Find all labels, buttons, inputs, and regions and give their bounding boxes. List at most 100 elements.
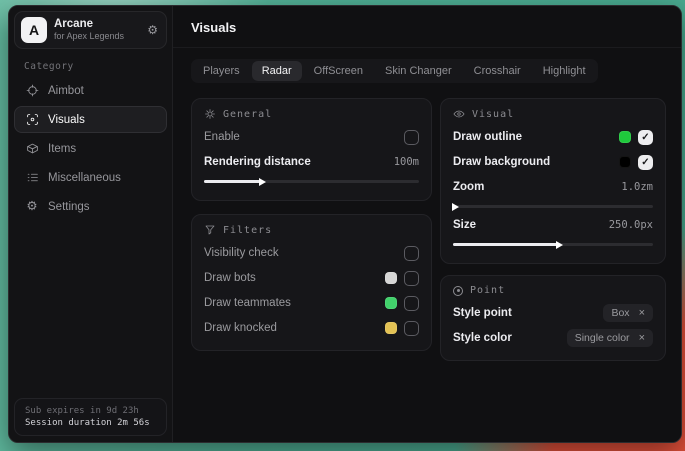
panel-title: General <box>223 109 272 120</box>
sidebar-nav: Aimbot Visuals Items Miscellaneous <box>9 77 172 220</box>
style-color-value: Single color <box>575 332 630 344</box>
size-value: 250.0px <box>609 219 653 231</box>
style-color-label: Style color <box>453 332 512 344</box>
crosshair-icon <box>25 84 39 98</box>
app-name: Arcane <box>54 18 124 31</box>
sidebar-item-label: Aimbot <box>48 85 84 97</box>
draw-background-checkbox[interactable]: ✓ <box>638 155 653 170</box>
draw-knocked-color-swatch[interactable] <box>385 322 397 334</box>
visual-panel-header: Visual <box>453 108 653 120</box>
app-window: A Arcane for Apex Legends ⚙ Category Aim… <box>8 5 682 443</box>
session-duration-text: Session duration 2m 56s <box>25 418 156 428</box>
sidebar-item-label: Items <box>48 143 76 155</box>
draw-knocked-checkbox[interactable] <box>404 321 419 336</box>
rendering-distance-row: Rendering distance 100m <box>204 151 419 173</box>
cog-icon <box>204 108 216 120</box>
point-panel-header: Point <box>453 285 653 296</box>
tab-radar[interactable]: Radar <box>252 61 302 81</box>
visibility-check-label: Visibility check <box>204 247 279 259</box>
general-panel-header: General <box>204 108 419 120</box>
slider-fill <box>204 180 260 183</box>
sidebar-item-settings[interactable]: ⚙ Settings <box>14 193 167 220</box>
panel-title: Filters <box>223 225 272 236</box>
size-label: Size <box>453 219 476 231</box>
draw-knocked-label: Draw knocked <box>204 322 277 334</box>
main-header: Visuals <box>173 6 681 48</box>
sidebar-item-label: Settings <box>48 201 90 213</box>
slider-thumb[interactable] <box>556 241 563 249</box>
gear-icon: ⚙ <box>25 200 39 214</box>
visual-panel: Visual Draw outline ✓ Draw background <box>440 98 666 264</box>
style-color-row: Style color Single color × <box>453 327 653 349</box>
sidebar-item-items[interactable]: Items <box>14 135 167 162</box>
slider-thumb[interactable] <box>259 178 266 186</box>
slider-fill <box>453 243 557 246</box>
visibility-check-row: Visibility check <box>204 242 419 264</box>
draw-bots-checkbox[interactable] <box>404 271 419 286</box>
panel-title: Visual <box>472 109 514 120</box>
visibility-check-checkbox[interactable] <box>404 246 419 261</box>
draw-teammates-checkbox[interactable] <box>404 296 419 311</box>
tab-crosshair[interactable]: Crosshair <box>464 61 531 81</box>
close-icon[interactable]: × <box>639 333 645 344</box>
style-point-chip[interactable]: Box × <box>603 304 653 322</box>
style-point-value: Box <box>611 307 629 319</box>
subscription-footer-card: Sub expires in 9d 23h Session duration 2… <box>14 398 167 436</box>
sidebar-item-aimbot[interactable]: Aimbot <box>14 77 167 104</box>
sidebar-item-miscellaneous[interactable]: Miscellaneous <box>14 164 167 191</box>
draw-outline-color-swatch[interactable] <box>619 131 631 143</box>
point-panel: Point Style point Box × Style color <box>440 275 666 361</box>
sidebar-item-label: Visuals <box>48 114 85 126</box>
page-title: Visuals <box>191 20 236 35</box>
tab-bar: Players Radar OffScreen Skin Changer Cro… <box>191 59 598 83</box>
rendering-distance-label: Rendering distance <box>204 156 311 168</box>
app-subtitle: for Apex Legends <box>54 31 124 41</box>
draw-bots-color-swatch[interactable] <box>385 272 397 284</box>
funnel-icon <box>204 224 216 236</box>
size-slider[interactable] <box>453 243 653 246</box>
draw-teammates-color-swatch[interactable] <box>385 297 397 309</box>
rendering-distance-slider[interactable] <box>204 180 419 183</box>
eye-scan-icon <box>25 113 39 127</box>
tab-players[interactable]: Players <box>193 61 250 81</box>
draw-outline-label: Draw outline <box>453 131 522 143</box>
draw-teammates-label: Draw teammates <box>204 297 291 309</box>
sidebar-item-label: Miscellaneous <box>48 172 121 184</box>
tab-skin-changer[interactable]: Skin Changer <box>375 61 462 81</box>
tab-highlight[interactable]: Highlight <box>533 61 596 81</box>
list-icon <box>25 171 39 185</box>
slider-thumb[interactable] <box>452 203 459 211</box>
point-icon <box>453 286 463 296</box>
content-area: General Enable Rendering distance 100m <box>173 83 681 361</box>
close-icon[interactable]: × <box>639 308 645 319</box>
enable-label: Enable <box>204 131 240 143</box>
header-gear-icon[interactable]: ⚙ <box>147 23 158 37</box>
tab-offscreen[interactable]: OffScreen <box>304 61 373 81</box>
enable-checkbox[interactable] <box>404 130 419 145</box>
draw-teammates-row: Draw teammates <box>204 292 419 314</box>
sidebar: A Arcane for Apex Legends ⚙ Category Aim… <box>9 6 173 442</box>
filters-panel: Filters Visibility check Draw bots <box>191 214 432 351</box>
right-column: Visual Draw outline ✓ Draw background <box>440 98 666 361</box>
panel-title: Point <box>470 285 505 296</box>
zoom-value: 1.0zm <box>621 181 653 193</box>
category-label: Category <box>24 61 172 72</box>
style-color-chip[interactable]: Single color × <box>567 329 653 347</box>
zoom-label: Zoom <box>453 181 484 193</box>
zoom-slider[interactable] <box>453 205 653 208</box>
draw-background-color-swatch[interactable] <box>619 156 631 168</box>
draw-background-label: Draw background <box>453 156 550 168</box>
sidebar-header-card: A Arcane for Apex Legends ⚙ <box>14 11 167 49</box>
main-panel: Visuals Players Radar OffScreen Skin Cha… <box>173 6 681 442</box>
enable-row: Enable <box>204 126 419 148</box>
style-point-label: Style point <box>453 307 512 319</box>
app-titles: Arcane for Apex Legends <box>54 18 124 42</box>
filters-panel-header: Filters <box>204 224 419 236</box>
size-row: Size 250.0px <box>453 214 653 236</box>
zoom-row: Zoom 1.0zm <box>453 176 653 198</box>
draw-outline-checkbox[interactable]: ✓ <box>638 130 653 145</box>
eye-icon <box>453 108 465 120</box>
sidebar-item-visuals[interactable]: Visuals <box>14 106 167 133</box>
general-panel: General Enable Rendering distance 100m <box>191 98 432 201</box>
draw-bots-label: Draw bots <box>204 272 256 284</box>
